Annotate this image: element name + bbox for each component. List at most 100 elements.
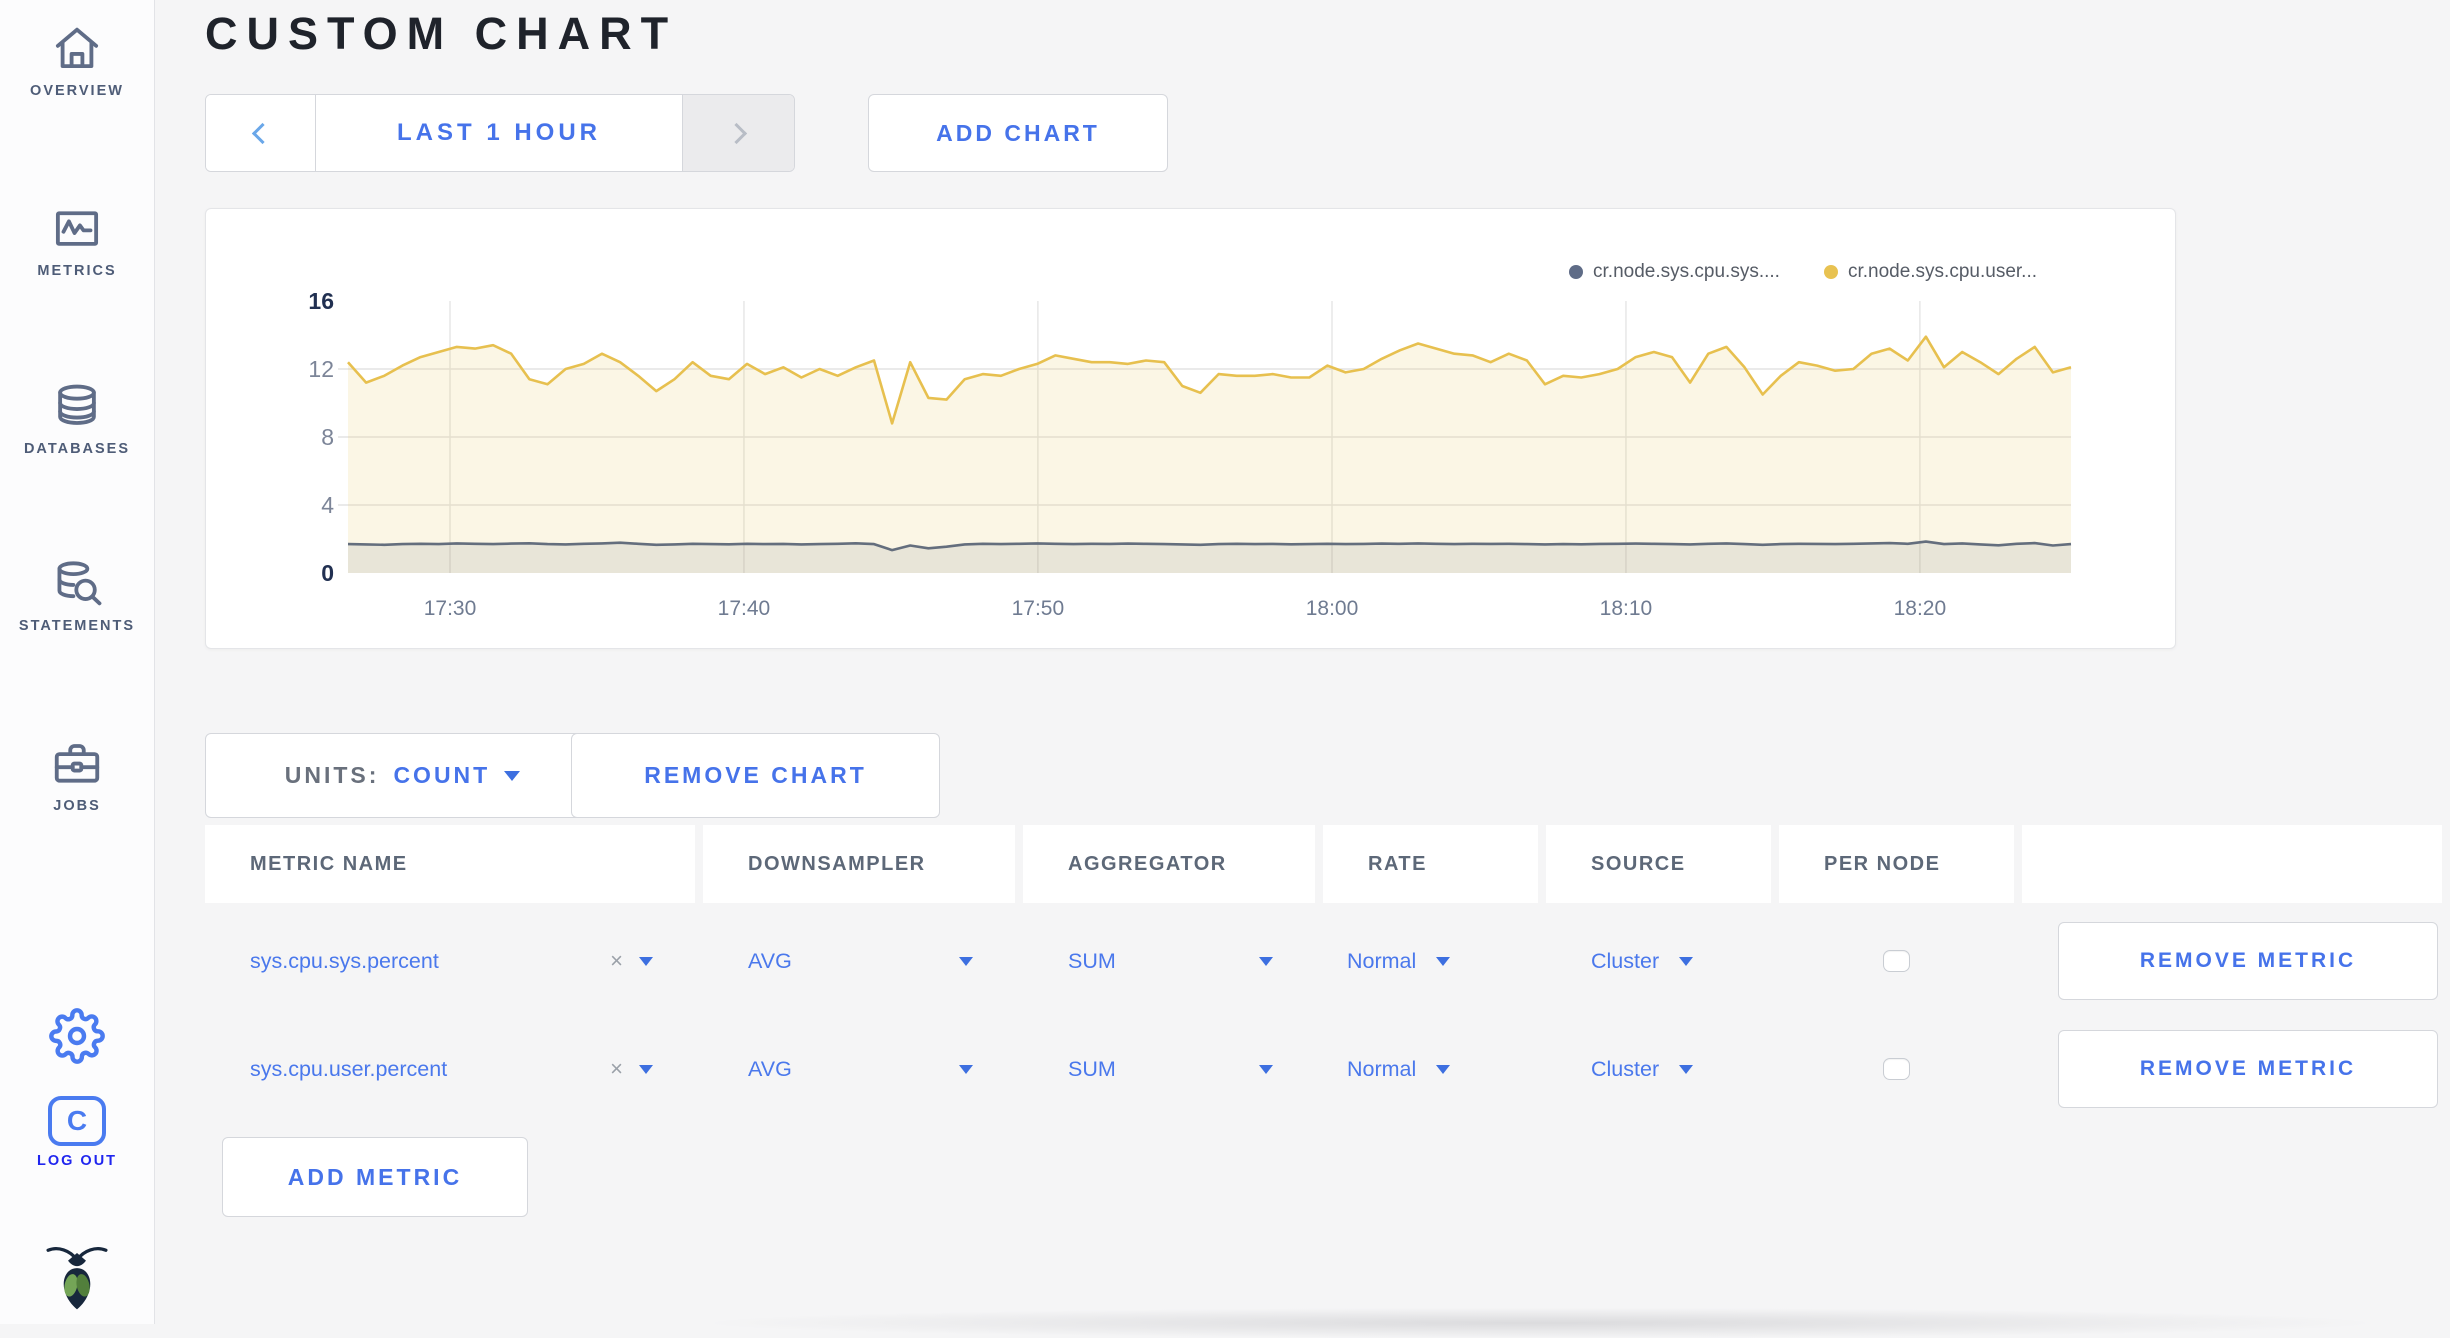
source-dropdown[interactable]: Cluster bbox=[1591, 1057, 1659, 1082]
metric-name-cell: sys.cpu.user.percent × bbox=[205, 1019, 695, 1119]
chevron-down-icon[interactable] bbox=[1436, 956, 1451, 966]
aggregator-cell: SUM bbox=[1023, 911, 1315, 1011]
x-axis-tick: 17:50 bbox=[1011, 597, 1065, 620]
legend-entry: cr.node.sys.cpu.user... bbox=[1823, 261, 2037, 283]
time-range-selector: LAST 1 HOUR bbox=[205, 94, 795, 172]
time-range-next-button[interactable] bbox=[682, 95, 794, 171]
y-axis-tick: 0 bbox=[321, 560, 334, 586]
clear-metric-icon[interactable]: × bbox=[610, 948, 623, 974]
sidebar-item-logout[interactable]: C LOG OUT bbox=[0, 1096, 154, 1169]
legend-dot-icon bbox=[1823, 265, 1838, 279]
line-chart bbox=[338, 301, 2072, 573]
chevron-down-icon bbox=[504, 770, 521, 781]
chevron-down-icon[interactable] bbox=[639, 1064, 653, 1074]
sidebar-item-metrics[interactable]: METRICS bbox=[0, 202, 154, 279]
chevron-left-icon bbox=[251, 122, 274, 144]
bottom-shadow bbox=[715, 1308, 2365, 1338]
main-content: CUSTOM CHART LAST 1 HOUR ADD CHART cr.no… bbox=[155, 0, 2450, 1338]
legend-label: cr.node.sys.cpu.sys.... bbox=[1593, 261, 1780, 282]
sidebar-item-label: OVERVIEW bbox=[30, 83, 124, 99]
time-range-prev-button[interactable] bbox=[206, 95, 316, 171]
y-axis-tick: 8 bbox=[321, 424, 334, 450]
column-header-rate: RATE bbox=[1323, 825, 1538, 903]
chevron-down-icon[interactable] bbox=[1259, 1064, 1273, 1074]
legend-label: cr.node.sys.cpu.user... bbox=[1847, 261, 2037, 282]
rate-cell: Normal bbox=[1323, 1019, 1538, 1119]
legend-dot-icon bbox=[1569, 265, 1584, 279]
units-label: UNITS: bbox=[284, 762, 380, 788]
sidebar-item-label: STATEMENTS bbox=[18, 618, 136, 634]
downsampler-dropdown[interactable]: AVG bbox=[748, 949, 792, 974]
chevron-down-icon[interactable] bbox=[1679, 1064, 1694, 1074]
database-icon bbox=[0, 380, 154, 434]
clear-metric-icon[interactable]: × bbox=[610, 1056, 623, 1082]
home-icon bbox=[0, 22, 154, 76]
remove-metric-button[interactable]: REMOVE METRIC bbox=[2058, 1030, 2438, 1108]
chevron-down-icon[interactable] bbox=[1436, 1064, 1451, 1074]
add-metric-button[interactable]: ADD METRIC bbox=[222, 1137, 528, 1217]
x-axis-tick: 18:00 bbox=[1305, 597, 1359, 620]
per-node-cell bbox=[1779, 1019, 2014, 1119]
sidebar-item-overview[interactable]: OVERVIEW bbox=[0, 22, 154, 99]
downsampler-cell: AVG bbox=[703, 1019, 1015, 1119]
metric-name-cell: sys.cpu.sys.percent × bbox=[205, 911, 695, 1011]
cockroach-bug-logo bbox=[0, 1238, 154, 1312]
sidebar-item-statements[interactable]: STATEMENTS bbox=[0, 557, 154, 634]
sidebar-item-settings[interactable] bbox=[0, 1008, 154, 1064]
chart-card: cr.node.sys.cpu.sys.... cr.node.sys.cpu.u… bbox=[205, 208, 2176, 649]
y-axis-tick: 4 bbox=[321, 492, 334, 518]
metric-name-link[interactable]: sys.cpu.sys.percent bbox=[250, 949, 439, 974]
downsampler-dropdown[interactable]: AVG bbox=[748, 1057, 792, 1082]
aggregator-dropdown[interactable]: SUM bbox=[1068, 949, 1116, 974]
legend-entry: cr.node.sys.cpu.sys.... bbox=[1569, 261, 1780, 283]
sidebar-item-label: METRICS bbox=[37, 263, 117, 279]
sidebar-item-label: JOBS bbox=[53, 798, 101, 814]
metrics-table: METRIC NAME DOWNSAMPLER AGGREGATOR RATE SOUR… bbox=[205, 825, 2442, 1119]
add-chart-button[interactable]: ADD CHART bbox=[868, 94, 1168, 172]
per-node-checkbox[interactable] bbox=[1883, 950, 1910, 972]
y-axis-tick: 16 bbox=[308, 288, 334, 314]
sidebar-item-jobs[interactable]: JOBS bbox=[0, 737, 154, 814]
chevron-down-icon[interactable] bbox=[1259, 956, 1273, 966]
rate-dropdown[interactable]: Normal bbox=[1347, 1057, 1416, 1082]
metric-name-link[interactable]: sys.cpu.user.percent bbox=[250, 1057, 447, 1082]
x-axis-tick: 18:20 bbox=[1893, 597, 1947, 620]
time-range-label[interactable]: LAST 1 HOUR bbox=[316, 95, 682, 171]
column-header-aggregator: AGGREGATOR bbox=[1023, 825, 1315, 903]
chart-legend: cr.node.sys.cpu.sys.... cr.node.sys.cpu.u… bbox=[1569, 261, 2037, 283]
logout-label[interactable]: LOG OUT bbox=[0, 1153, 154, 1169]
sidebar-item-label: DATABASES bbox=[23, 441, 131, 457]
chevron-down-icon[interactable] bbox=[959, 1064, 973, 1074]
remove-metric-cell: REMOVE METRIC bbox=[2022, 1019, 2442, 1119]
briefcase-icon bbox=[0, 737, 154, 791]
statements-icon bbox=[0, 557, 154, 611]
sidebar: OVERVIEW METRICS DATABASES STATEMENTS JOBS C… bbox=[0, 0, 155, 1324]
source-dropdown[interactable]: Cluster bbox=[1591, 949, 1659, 974]
sidebar-item-databases[interactable]: DATABASES bbox=[0, 380, 154, 457]
chevron-down-icon[interactable] bbox=[1679, 956, 1694, 966]
cockroach-c-icon[interactable]: C bbox=[48, 1096, 106, 1146]
gear-icon[interactable] bbox=[0, 1008, 154, 1064]
aggregator-cell: SUM bbox=[1023, 1019, 1315, 1119]
page-title: CUSTOM CHART bbox=[205, 8, 678, 59]
chevron-right-icon bbox=[725, 122, 748, 144]
per-node-checkbox[interactable] bbox=[1883, 1058, 1910, 1080]
aggregator-dropdown[interactable]: SUM bbox=[1068, 1057, 1116, 1082]
per-node-cell bbox=[1779, 911, 2014, 1011]
column-header-per-node: PER NODE bbox=[1779, 825, 2014, 903]
column-header-source: SOURCE bbox=[1546, 825, 1771, 903]
source-cell: Cluster bbox=[1546, 911, 1771, 1011]
remove-chart-button[interactable]: REMOVE CHART bbox=[571, 733, 940, 818]
units-dropdown[interactable]: UNITS: COUNT bbox=[205, 733, 600, 818]
remove-metric-button[interactable]: REMOVE METRIC bbox=[2058, 922, 2438, 1000]
x-axis-tick: 17:30 bbox=[423, 597, 477, 620]
column-header-empty bbox=[2022, 825, 2442, 903]
x-axis-tick: 17:40 bbox=[717, 597, 771, 620]
chevron-down-icon[interactable] bbox=[959, 956, 973, 966]
remove-metric-cell: REMOVE METRIC bbox=[2022, 911, 2442, 1011]
rate-dropdown[interactable]: Normal bbox=[1347, 949, 1416, 974]
x-axis-tick: 18:10 bbox=[1599, 597, 1653, 620]
y-axis-tick: 12 bbox=[308, 356, 334, 382]
source-cell: Cluster bbox=[1546, 1019, 1771, 1119]
chevron-down-icon[interactable] bbox=[639, 956, 653, 966]
